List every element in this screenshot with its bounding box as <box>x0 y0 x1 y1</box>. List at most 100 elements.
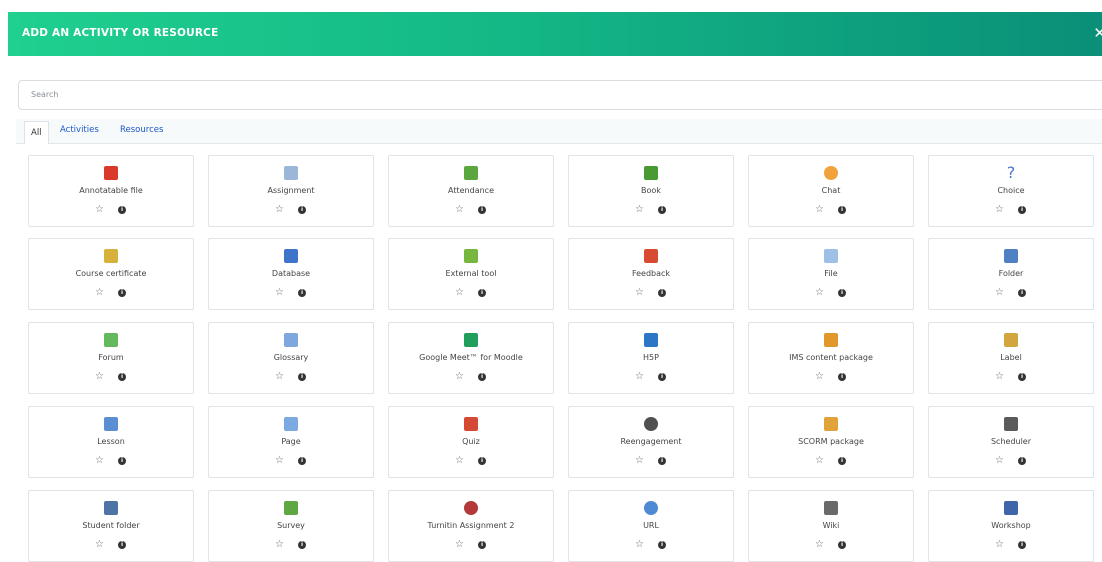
star-icon[interactable]: ☆ <box>635 539 644 550</box>
info-icon[interactable]: i <box>1018 289 1026 297</box>
info-icon[interactable]: i <box>658 457 666 465</box>
activity-card[interactable]: IMS content package ☆ i <box>748 322 914 394</box>
star-icon[interactable]: ☆ <box>635 204 644 215</box>
star-icon[interactable]: ☆ <box>275 204 284 215</box>
info-icon[interactable]: i <box>478 206 486 214</box>
activity-card[interactable]: Folder ☆ i <box>928 238 1094 310</box>
info-icon[interactable]: i <box>298 541 306 549</box>
tab-resources[interactable]: Resources <box>120 125 163 135</box>
info-icon[interactable]: i <box>118 289 126 297</box>
activity-card[interactable]: Student folder ☆ i <box>28 490 194 562</box>
star-icon[interactable]: ☆ <box>815 371 824 382</box>
star-icon[interactable]: ☆ <box>95 287 104 298</box>
activity-card[interactable]: ? Choice ☆ i <box>928 155 1094 227</box>
star-icon[interactable]: ☆ <box>815 204 824 215</box>
activity-card[interactable]: Lesson ☆ i <box>28 406 194 478</box>
activity-card[interactable]: Workshop ☆ i <box>928 490 1094 562</box>
info-icon[interactable]: i <box>118 373 126 381</box>
activity-card[interactable]: SCORM package ☆ i <box>748 406 914 478</box>
activity-card[interactable]: Feedback ☆ i <box>568 238 734 310</box>
activity-label: Attendance <box>448 186 494 195</box>
activity-card[interactable]: Chat ☆ i <box>748 155 914 227</box>
star-icon[interactable]: ☆ <box>815 455 824 466</box>
activity-card[interactable]: Label ☆ i <box>928 322 1094 394</box>
activity-card[interactable]: Attendance ☆ i <box>388 155 554 227</box>
activity-card[interactable]: Reengagement ☆ i <box>568 406 734 478</box>
star-icon[interactable]: ☆ <box>995 371 1004 382</box>
star-icon[interactable]: ☆ <box>275 371 284 382</box>
star-icon[interactable]: ☆ <box>995 204 1004 215</box>
close-icon[interactable]: ✕ <box>1093 24 1102 42</box>
activity-card[interactable]: Book ☆ i <box>568 155 734 227</box>
choice-icon: ? <box>1006 163 1016 182</box>
info-icon[interactable]: i <box>658 289 666 297</box>
star-icon[interactable]: ☆ <box>95 371 104 382</box>
info-icon[interactable]: i <box>838 541 846 549</box>
info-icon[interactable]: i <box>478 457 486 465</box>
info-icon[interactable]: i <box>838 206 846 214</box>
tab-activities[interactable]: Activities <box>60 125 99 135</box>
star-icon[interactable]: ☆ <box>275 539 284 550</box>
activity-card[interactable]: External tool ☆ i <box>388 238 554 310</box>
star-icon[interactable]: ☆ <box>635 287 644 298</box>
info-icon[interactable]: i <box>478 373 486 381</box>
info-icon[interactable]: i <box>658 206 666 214</box>
star-icon[interactable]: ☆ <box>635 455 644 466</box>
activity-card[interactable]: Assignment ☆ i <box>208 155 374 227</box>
star-icon[interactable]: ☆ <box>275 287 284 298</box>
activity-card[interactable]: Annotatable file ☆ i <box>28 155 194 227</box>
star-icon[interactable]: ☆ <box>455 455 464 466</box>
info-icon[interactable]: i <box>1018 373 1026 381</box>
info-icon[interactable]: i <box>1018 206 1026 214</box>
info-icon[interactable]: i <box>838 373 846 381</box>
activity-card[interactable]: Glossary ☆ i <box>208 322 374 394</box>
info-icon[interactable]: i <box>118 206 126 214</box>
activity-card[interactable]: Scheduler ☆ i <box>928 406 1094 478</box>
activity-card[interactable]: Forum ☆ i <box>28 322 194 394</box>
info-icon[interactable]: i <box>298 373 306 381</box>
activity-card[interactable]: Survey ☆ i <box>208 490 374 562</box>
info-icon[interactable]: i <box>658 541 666 549</box>
info-icon[interactable]: i <box>298 457 306 465</box>
star-icon[interactable]: ☆ <box>455 539 464 550</box>
search-input[interactable] <box>19 81 1102 107</box>
star-icon[interactable]: ☆ <box>95 204 104 215</box>
glossary-icon <box>284 333 298 347</box>
star-icon[interactable]: ☆ <box>455 204 464 215</box>
info-icon[interactable]: i <box>478 541 486 549</box>
turnitin-icon <box>464 501 478 515</box>
star-icon[interactable]: ☆ <box>455 371 464 382</box>
info-icon[interactable]: i <box>838 457 846 465</box>
info-icon[interactable]: i <box>118 457 126 465</box>
star-icon[interactable]: ☆ <box>995 455 1004 466</box>
activity-card[interactable]: Wiki ☆ i <box>748 490 914 562</box>
activity-card[interactable]: Database ☆ i <box>208 238 374 310</box>
info-icon[interactable]: i <box>478 289 486 297</box>
info-icon[interactable]: i <box>298 289 306 297</box>
activity-card[interactable]: Page ☆ i <box>208 406 374 478</box>
info-icon[interactable]: i <box>838 289 846 297</box>
activity-card[interactable]: H5P ☆ i <box>568 322 734 394</box>
activity-card[interactable]: Turnitin Assignment 2 ☆ i <box>388 490 554 562</box>
activity-card[interactable]: File ☆ i <box>748 238 914 310</box>
activity-card[interactable]: Course certificate ☆ i <box>28 238 194 310</box>
star-icon[interactable]: ☆ <box>275 455 284 466</box>
info-icon[interactable]: i <box>1018 457 1026 465</box>
tab-all[interactable]: All <box>24 121 49 144</box>
activity-card[interactable]: Google Meet™ for Moodle ☆ i <box>388 322 554 394</box>
star-icon[interactable]: ☆ <box>815 539 824 550</box>
info-icon[interactable]: i <box>118 541 126 549</box>
info-icon[interactable]: i <box>658 373 666 381</box>
activity-card[interactable]: Quiz ☆ i <box>388 406 554 478</box>
star-icon[interactable]: ☆ <box>995 539 1004 550</box>
star-icon[interactable]: ☆ <box>95 455 104 466</box>
search-field[interactable] <box>18 80 1102 110</box>
activity-card[interactable]: URL ☆ i <box>568 490 734 562</box>
star-icon[interactable]: ☆ <box>455 287 464 298</box>
star-icon[interactable]: ☆ <box>635 371 644 382</box>
info-icon[interactable]: i <box>1018 541 1026 549</box>
star-icon[interactable]: ☆ <box>815 287 824 298</box>
info-icon[interactable]: i <box>298 206 306 214</box>
star-icon[interactable]: ☆ <box>995 287 1004 298</box>
star-icon[interactable]: ☆ <box>95 539 104 550</box>
